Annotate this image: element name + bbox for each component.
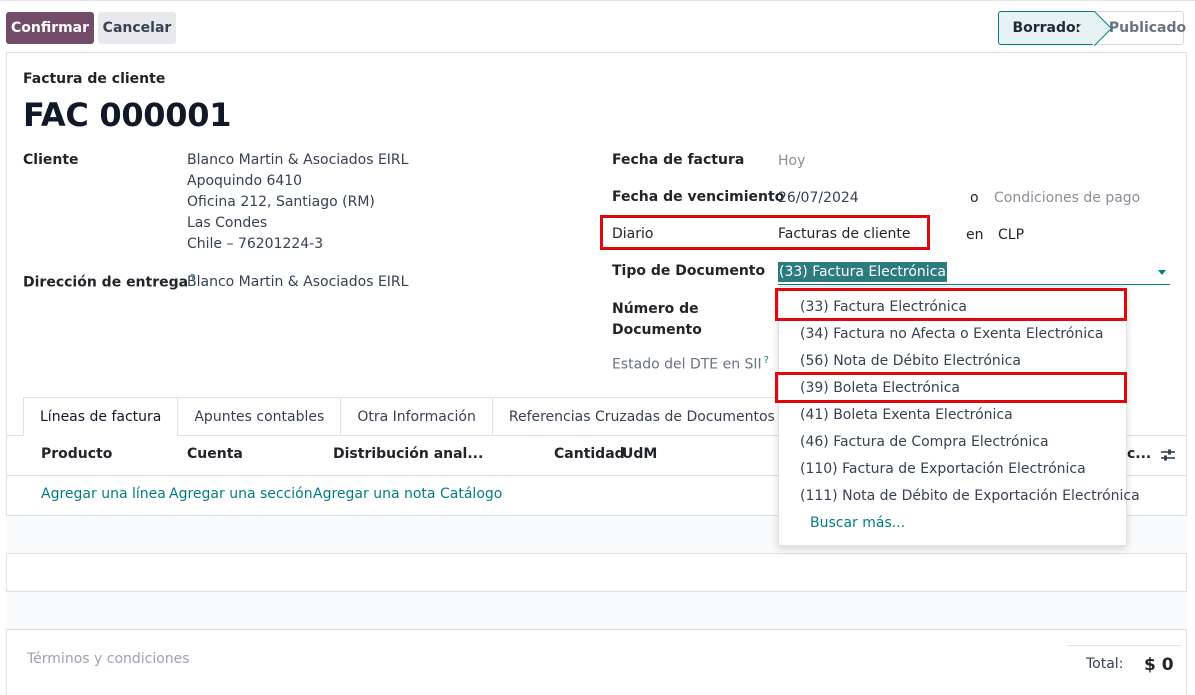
customer-street: Apoquindo 6410: [187, 173, 303, 189]
invoice-title: FAC 000001: [23, 96, 232, 134]
chevron-down-icon[interactable]: [1158, 270, 1166, 275]
status-draft[interactable]: Borrador: [998, 11, 1094, 45]
dropdown-option-110[interactable]: (110) Factura de Exportación Electrónica: [800, 461, 1086, 477]
table-row-divider: [6, 553, 1187, 554]
add-note-link[interactable]: Agregar una nota: [313, 486, 435, 502]
tab-cross-references[interactable]: Referencias Cruzadas de Documentos: [492, 397, 792, 436]
control-panel: Confirmar Cancelar Borrador Publicado: [0, 0, 1195, 52]
cancel-button[interactable]: Cancelar: [98, 12, 176, 44]
customer-field[interactable]: Blanco Martin & Asociados EIRL Apoquindo…: [187, 150, 408, 255]
column-product[interactable]: Producto: [41, 446, 112, 462]
document-type-dropdown: (33) Factura Electrónica (34) Factura no…: [778, 286, 1140, 546]
column-quantity[interactable]: Cantidad: [554, 446, 625, 462]
tab-journal-items[interactable]: Apuntes contables: [178, 397, 342, 436]
dte-status-label: Estado del DTE en SII?: [612, 355, 769, 373]
currency-in-label: en: [966, 227, 984, 243]
terms-conditions-field[interactable]: Términos y condiciones: [27, 651, 190, 667]
document-number-label: Número de Documento: [612, 299, 702, 341]
tab-other-info[interactable]: Otra Información: [341, 397, 493, 436]
delivery-address-label-text: Dirección de entrega: [23, 274, 189, 291]
due-date-or: o: [970, 190, 979, 206]
customer-name: Blanco Martin & Asociados EIRL: [187, 152, 409, 168]
dropdown-option-41[interactable]: (41) Boleta Exenta Electrónica: [800, 407, 1013, 423]
add-section-link[interactable]: Agregar una sección: [169, 486, 313, 502]
due-date-field[interactable]: 26/07/2024: [778, 190, 859, 206]
column-analytic[interactable]: Distribución anal...: [333, 446, 483, 462]
catalog-link[interactable]: Catálogo: [440, 486, 502, 502]
document-number-label-line2: Documento: [612, 322, 702, 338]
dropdown-option-46[interactable]: (46) Factura de Compra Electrónica: [800, 434, 1049, 450]
invoice-date-label: Fecha de factura: [612, 152, 745, 168]
journal-highlight-box: [600, 215, 930, 250]
invoice-date-field[interactable]: Hoy: [778, 153, 805, 169]
option-33-highlight-box: [775, 288, 1127, 321]
currency-field[interactable]: CLP: [998, 227, 1024, 243]
delivery-address-label: Dirección de entrega?: [23, 273, 195, 291]
tab-invoice-lines[interactable]: Líneas de factura: [23, 397, 179, 436]
column-settings-icon[interactable]: [1160, 448, 1176, 462]
dte-help-icon[interactable]: ?: [764, 355, 769, 366]
customer-city: Las Condes: [187, 215, 268, 231]
confirm-button[interactable]: Confirmar: [6, 12, 94, 44]
add-line-link[interactable]: Agregar una línea: [41, 486, 166, 502]
customer-label: Cliente: [23, 152, 79, 168]
status-bar: Borrador Publicado: [998, 11, 1186, 45]
total-label: Total:: [1086, 656, 1124, 672]
search-more-link[interactable]: Buscar más...: [810, 515, 905, 531]
option-39-highlight-box: [775, 372, 1127, 403]
column-uom[interactable]: UdM: [622, 446, 657, 462]
document-number-label-line1: Número de: [612, 301, 699, 317]
due-date-label: Fecha de vencimiento: [612, 189, 785, 205]
customer-street2: Oficina 212, Santiago (RM): [187, 194, 375, 210]
dropdown-option-56[interactable]: (56) Nota de Débito Electrónica: [800, 353, 1021, 369]
table-row: [6, 592, 1187, 629]
total-value: $ 0: [1144, 655, 1174, 675]
column-truncated[interactable]: c...: [1127, 446, 1151, 462]
payment-terms-field[interactable]: Condiciones de pago: [994, 190, 1140, 206]
dropdown-option-111[interactable]: (111) Nota de Débito de Exportación Elec…: [800, 488, 1140, 504]
table-row-divider: [6, 629, 1187, 630]
delivery-address-field[interactable]: Blanco Martin & Asociados EIRL: [187, 274, 408, 290]
column-account[interactable]: Cuenta: [187, 446, 243, 462]
document-type-label: Tipo de Documento: [612, 263, 766, 279]
dropdown-option-34[interactable]: (34) Factura no Afecta o Exenta Electrón…: [800, 326, 1103, 342]
document-type-select[interactable]: (33) Factura Electrónica: [778, 261, 1170, 285]
dte-status-label-text: Estado del DTE en SII: [612, 356, 762, 373]
customer-country-vat: Chile – 76201224-3: [187, 236, 324, 252]
notebook-tabs: Líneas de factura Apuntes contables Otra…: [23, 397, 792, 436]
document-type-selected-text: (33) Factura Electrónica: [778, 262, 947, 282]
form-subtitle: Factura de cliente: [23, 71, 166, 87]
